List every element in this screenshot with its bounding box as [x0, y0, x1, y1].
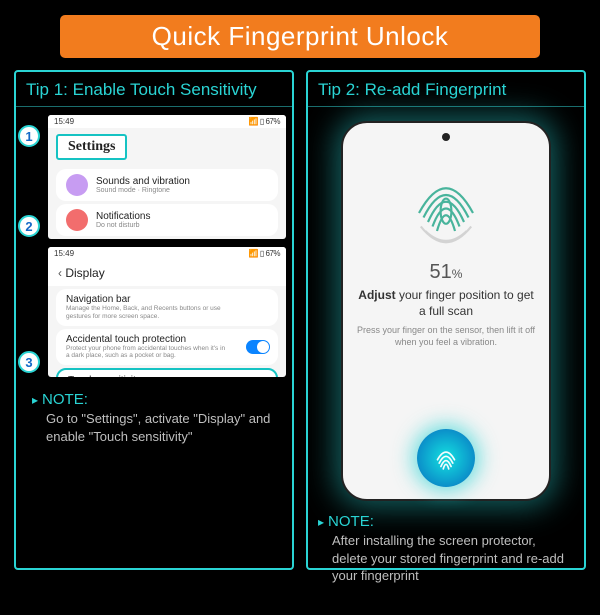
toggle-accidental-touch[interactable]	[246, 340, 270, 354]
item-accidental-touch[interactable]: Accidental touch protection Protect your…	[56, 329, 278, 366]
display-page-header[interactable]: Display	[48, 260, 286, 286]
status-time: 15:49	[54, 117, 74, 126]
tip2-header: Tip 2: Re-add Fingerprint	[308, 72, 584, 107]
item-navigation-bar[interactable]: Navigation bar Manage the Home, Back, an…	[56, 289, 278, 326]
fingerprint-graphic	[401, 159, 491, 249]
tip2-body: 51% Adjust your finger position to get a…	[308, 107, 584, 507]
instruction-primary: Adjust your finger position to get a ful…	[357, 288, 535, 319]
row-sounds[interactable]: Sounds and vibration Sound mode · Ringto…	[56, 169, 278, 201]
sound-icon	[66, 174, 88, 196]
step-badge-1: 1	[18, 125, 40, 147]
step-badge-3: 3	[18, 351, 40, 373]
note-body: After installing the screen protector, d…	[318, 530, 574, 585]
note-body: Go to "Settings", activate "Display" and…	[32, 408, 276, 445]
title-bar: Quick Fingerprint Unlock	[60, 15, 540, 58]
tip2-note: NOTE: After installing the screen protec…	[308, 507, 584, 595]
status-bar: 15:49 📶 ▯ 67%	[48, 115, 286, 128]
phone-mock: 51% Adjust your finger position to get a…	[341, 121, 551, 501]
screenshot-settings: 15:49 📶 ▯ 67% Settings Sounds and vibrat…	[48, 115, 286, 239]
tip1-note: NOTE: Go to "Settings", activate "Displa…	[22, 385, 286, 455]
tip1-header: Tip 1: Enable Touch Sensitivity	[16, 72, 292, 107]
tip1-body: 1 2 3 15:49 📶 ▯ 67% Settings Sounds and …	[16, 107, 292, 461]
status-battery: 67%	[265, 117, 280, 126]
scan-percent: 51%	[430, 261, 463, 284]
fingerprint-sensor[interactable]	[417, 429, 475, 487]
note-heading: NOTE:	[32, 391, 276, 408]
sensor-fingerprint-icon	[429, 441, 463, 475]
item-touch-sensitivity[interactable]: Touch sensitivity Increase the touch sen…	[56, 368, 278, 377]
status-bar-2: 15:49 📶 ▯ 67%	[48, 247, 286, 260]
row-notifications[interactable]: Notifications Do not disturb	[56, 204, 278, 236]
screenshot-display: 15:49 📶 ▯ 67% Display Navigation bar Man…	[48, 247, 286, 377]
tip2-panel: Tip 2: Re-add Fingerprint	[306, 70, 586, 570]
fingerprint-icon	[401, 159, 491, 249]
notifications-icon	[66, 209, 88, 231]
settings-title[interactable]: Settings	[56, 134, 127, 160]
step-badge-2: 2	[18, 215, 40, 237]
page-title: Quick Fingerprint Unlock	[152, 21, 449, 51]
note-heading: NOTE:	[318, 513, 574, 530]
instruction-secondary: Press your finger on the sensor, then li…	[357, 325, 535, 348]
tip1-panel: Tip 1: Enable Touch Sensitivity 1 2 3 15…	[14, 70, 294, 570]
